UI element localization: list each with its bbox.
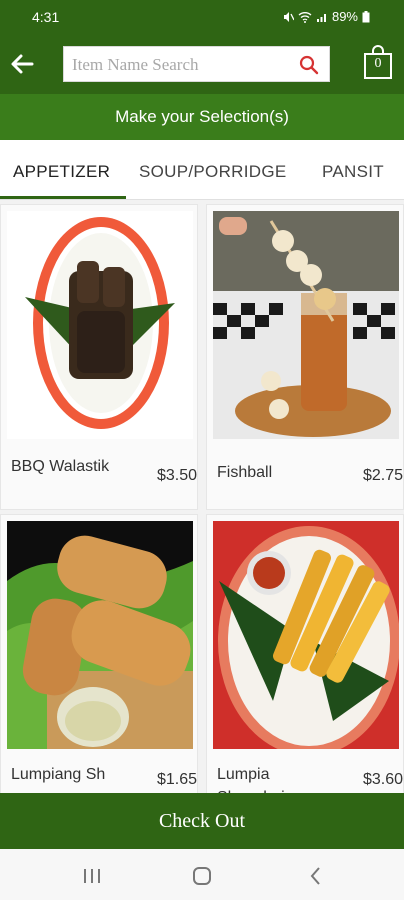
home-icon[interactable] xyxy=(190,864,214,888)
product-image xyxy=(213,521,399,749)
product-price: $2.75 xyxy=(362,467,403,484)
battery-percent: 89% xyxy=(331,9,358,24)
wifi-icon xyxy=(298,11,312,23)
tab-soup-porridge[interactable]: SOUP/PORRIDGE xyxy=(139,162,286,182)
mute-icon xyxy=(283,11,294,22)
product-price: $1.65 xyxy=(156,771,197,788)
cart-button[interactable]: 0 xyxy=(363,44,393,80)
product-card[interactable]: BBQ Walastik $3.50 xyxy=(0,204,198,510)
product-card[interactable]: Lumpia Shanghai $3.60 xyxy=(206,514,404,793)
product-image xyxy=(7,211,193,439)
product-card[interactable]: Lumpiang Sh $1.65 xyxy=(0,514,198,793)
cart-count: 0 xyxy=(374,56,382,71)
app-header: 0 xyxy=(0,34,404,94)
system-nav-bar xyxy=(0,849,404,900)
product-image xyxy=(213,211,399,439)
product-price: $3.50 xyxy=(156,467,197,484)
selection-banner: Make your Selection(s) xyxy=(0,94,404,140)
product-grid: BBQ Walastik $3.50 Fishball $2.75 Lumpia… xyxy=(0,200,404,793)
checkout-button[interactable]: Check Out xyxy=(0,793,404,849)
back-arrow-icon[interactable] xyxy=(6,48,38,80)
tab-appetizer[interactable]: APPETIZER xyxy=(13,162,110,182)
category-tabs: APPETIZER SOUP/PORRIDGE PANSIT xyxy=(0,140,404,200)
recent-apps-icon[interactable] xyxy=(80,864,104,888)
battery-icon xyxy=(362,10,370,22)
tab-pansit[interactable]: PANSIT xyxy=(322,162,384,182)
product-name: Fishball xyxy=(217,464,273,481)
back-nav-icon[interactable] xyxy=(304,864,328,888)
status-bar: 4:31 89% xyxy=(0,0,404,34)
status-icons: 89% xyxy=(282,9,370,24)
product-name: BBQ Walastik xyxy=(11,458,110,475)
search-icon[interactable] xyxy=(299,55,319,75)
product-price: $3.60 xyxy=(362,771,403,788)
status-time: 4:31 xyxy=(32,9,60,25)
active-tab-indicator xyxy=(0,196,126,199)
search-input[interactable] xyxy=(70,52,294,78)
product-image xyxy=(7,521,193,749)
signal-icon xyxy=(316,13,326,22)
search-box xyxy=(63,46,330,82)
product-card[interactable]: Fishball $2.75 xyxy=(206,204,404,510)
product-name: Lumpia Shanghai xyxy=(217,766,285,793)
product-name: Lumpiang Sh xyxy=(11,766,106,783)
